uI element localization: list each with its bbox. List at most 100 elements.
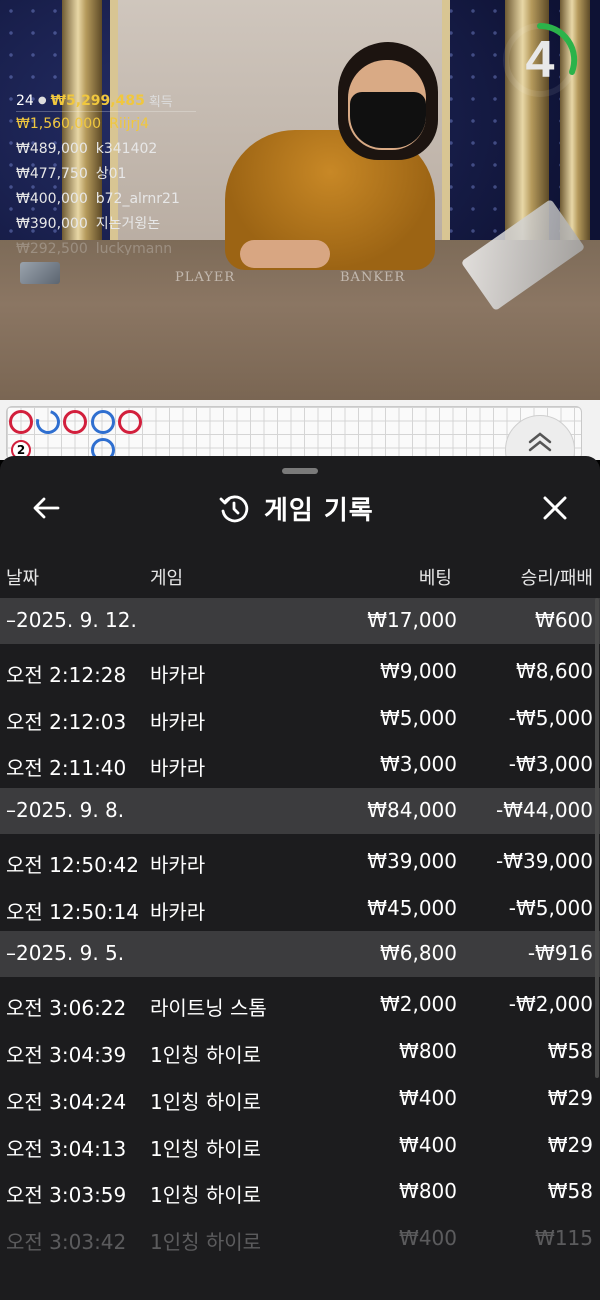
winner-count: 24	[16, 92, 34, 109]
chevron-double-up-icon	[528, 432, 552, 452]
winner-row: ₩400,000 b72_alrnr21	[16, 187, 246, 212]
history-row[interactable]: 오전 3:04:13 1인칭 하이로 ₩400 ₩29	[0, 1122, 600, 1169]
column-headers: 날짜 게임 베팅 승리/패배	[0, 558, 600, 594]
row-time: 오전 12:50:14	[6, 899, 139, 924]
timer-seconds: 4	[525, 31, 555, 89]
row-time: 오전 3:04:13	[6, 1136, 127, 1161]
winner-user: 상01	[95, 166, 127, 182]
group-date: –2025. 9. 8.	[6, 798, 125, 823]
arrow-left-icon	[33, 497, 60, 519]
date-group-row[interactable]: –2025. 9. 5. ₩6,800 -₩916	[0, 931, 600, 978]
row-game: 바카라	[150, 756, 206, 781]
history-row[interactable]: 오전 3:03:59 1인칭 하이로 ₩800 ₩58	[0, 1168, 600, 1215]
winners-overlay: 24 ● ₩5,299,485 획득 ₩1,560,000 Riijrj4 ₩4…	[16, 90, 246, 255]
close-icon	[543, 496, 567, 520]
row-time: 오전 2:11:40	[6, 756, 127, 781]
history-row[interactable]: 오전 3:03:42 1인칭 하이로 ₩400 ₩115	[0, 1215, 600, 1262]
history-row[interactable]: 오전 2:12:03 바카라 ₩5,000 -₩5,000	[0, 695, 600, 742]
row-win-loss: ₩58	[547, 1039, 593, 1064]
column-win-loss: 승리/패배	[520, 568, 593, 589]
row-bet: ₩5,000	[379, 705, 457, 730]
row-win-loss: ₩58	[547, 1179, 593, 1204]
row-win-loss: -₩5,000	[508, 895, 593, 920]
winner-row: ₩390,000 지논거윙논	[16, 212, 246, 237]
winner-user: 지논거윙논	[95, 216, 161, 232]
row-time: 오전 3:06:22	[6, 996, 127, 1021]
row-time: 오전 2:12:03	[6, 709, 127, 734]
winner-row: ₩477,750 상01	[16, 162, 246, 187]
history-row[interactable]: 오전 12:50:42 바카라 ₩39,000 -₩39,000	[0, 838, 600, 885]
row-win-loss: -₩2,000	[508, 992, 593, 1017]
game-history-sheet: 게임 기록 날짜 게임 베팅 승리/패배 –2025. 9. 12. ₩17,0…	[0, 456, 600, 1300]
history-clock-icon	[219, 495, 249, 522]
row-bet: ₩800	[399, 1039, 457, 1064]
winner-row: ₩292,500 luckymann	[16, 237, 246, 255]
winner-row: ₩489,000 k341402	[16, 137, 246, 162]
winnings-total: ₩5,299,485	[50, 92, 145, 109]
list-scrollbar[interactable]	[595, 598, 599, 1078]
row-game: 1인칭 하이로	[150, 1043, 262, 1068]
player-bead	[91, 410, 115, 434]
history-row[interactable]: 오전 2:12:28 바카라 ₩9,000 ₩8,600	[0, 648, 600, 695]
dealer-hands	[240, 240, 330, 268]
history-row[interactable]: 오전 3:06:22 라이트닝 스톰 ₩2,000 -₩2,000	[0, 981, 600, 1028]
winners-summary: 24 ● ₩5,299,485 획득	[16, 90, 196, 112]
row-time: 오전 3:04:39	[6, 1043, 127, 1068]
row-win-loss: -₩3,000	[508, 752, 593, 777]
history-list[interactable]: –2025. 9. 12. ₩17,000 ₩600 오전 2:12:28 바카…	[0, 598, 600, 1262]
row-bet: ₩39,000	[367, 849, 457, 874]
group-date: –2025. 9. 5.	[6, 941, 125, 966]
row-bet: ₩9,000	[379, 659, 457, 683]
row-bet: ₩2,000	[379, 992, 457, 1017]
banker-bead	[9, 410, 33, 434]
discard-tray	[20, 262, 60, 284]
row-win-loss: -₩39,000	[496, 849, 593, 874]
row-win-loss: ₩29	[547, 1085, 593, 1110]
column-game: 게임	[150, 568, 184, 589]
history-row[interactable]: 오전 12:50:14 바카라 ₩45,000 -₩5,000	[0, 885, 600, 932]
row-game: 1인칭 하이로	[150, 1089, 262, 1114]
winner-amount: ₩390,000	[16, 216, 88, 232]
winner-user: Riijrj4	[109, 116, 150, 132]
close-button[interactable]	[535, 488, 575, 528]
history-row[interactable]: 오전 2:11:40 바카라 ₩3,000 -₩3,000	[0, 741, 600, 788]
group-bet: ₩84,000	[367, 798, 457, 823]
group-win-loss: ₩600	[535, 608, 593, 632]
dealer-mask	[350, 92, 426, 148]
row-time: 오전 3:03:59	[6, 1183, 127, 1208]
row-game: 바카라	[150, 899, 206, 924]
history-row[interactable]: 오전 3:04:24 1인칭 하이로 ₩400 ₩29	[0, 1075, 600, 1122]
table-label-banker: BANKER	[340, 270, 406, 285]
row-game: 바카라	[150, 853, 206, 878]
group-win-loss: -₩916	[527, 941, 593, 966]
row-bet: ₩45,000	[367, 895, 457, 920]
table-label-player: PLAYER	[175, 270, 236, 285]
column-bet: 베팅	[418, 568, 452, 589]
winnings-suffix: 획득	[148, 95, 173, 110]
row-bet: ₩400	[399, 1085, 457, 1110]
row-win-loss: ₩29	[547, 1132, 593, 1157]
winner-amount: ₩292,500	[16, 241, 88, 255]
winner-amount: ₩1,560,000	[16, 116, 102, 132]
row-game: 라이트닝 스톰	[150, 996, 267, 1021]
sheet-header: 게임 기록	[0, 478, 600, 538]
row-bet: ₩800	[399, 1179, 457, 1204]
row-game: 1인칭 하이로	[150, 1136, 262, 1161]
row-time: 오전 2:12:28	[6, 663, 127, 687]
row-win-loss: -₩5,000	[508, 705, 593, 730]
sheet-drag-handle[interactable]	[282, 468, 318, 474]
live-video[interactable]: PLAYER BANKER 4 24 ● ₩5,299,485 획득 ₩1,56…	[0, 0, 600, 400]
back-button[interactable]	[26, 488, 66, 528]
history-row[interactable]: 오전 3:04:39 1인칭 하이로 ₩800 ₩58	[0, 1028, 600, 1075]
date-group-row[interactable]: –2025. 9. 8. ₩84,000 -₩44,000	[0, 788, 600, 835]
date-group-row[interactable]: –2025. 9. 12. ₩17,000 ₩600	[0, 598, 600, 644]
column-date: 날짜	[6, 568, 40, 589]
row-game: 바카라	[150, 663, 206, 687]
row-bet: ₩3,000	[379, 752, 457, 777]
banker-bead	[63, 410, 87, 434]
group-win-loss: -₩44,000	[496, 798, 593, 823]
row-bet: ₩400	[399, 1225, 457, 1250]
bet-timer: 4	[500, 20, 580, 100]
winner-user: k341402	[95, 141, 158, 157]
winner-amount: ₩477,750	[16, 166, 88, 182]
